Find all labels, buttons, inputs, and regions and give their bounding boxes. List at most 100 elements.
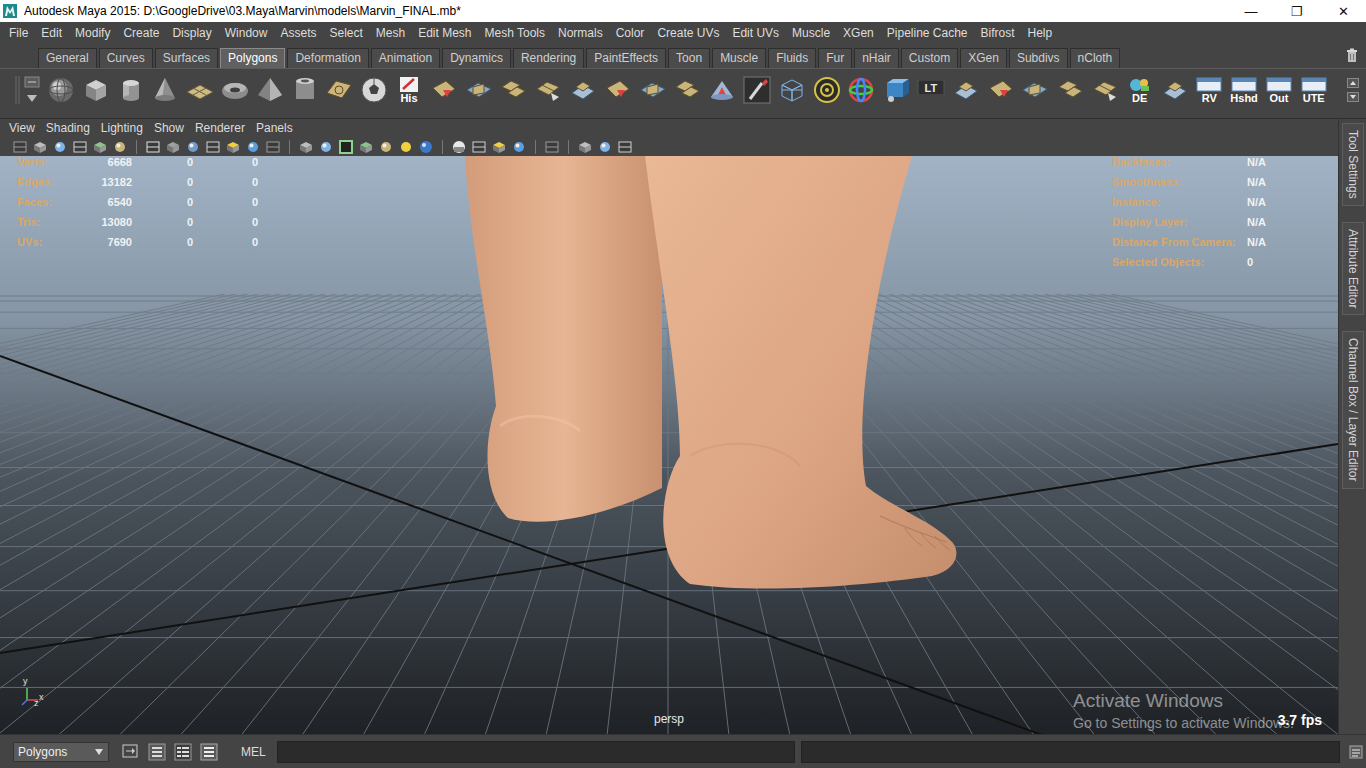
panel-tool-icon[interactable] bbox=[577, 139, 593, 155]
panel-tool-icon[interactable] bbox=[398, 139, 414, 155]
menu-item[interactable]: Help bbox=[1028, 26, 1053, 40]
shelf-tool[interactable] bbox=[812, 74, 842, 106]
menu-item[interactable]: Muscle bbox=[792, 26, 830, 40]
shelf-trash[interactable] bbox=[1338, 44, 1366, 68]
shelf-tool[interactable] bbox=[324, 74, 354, 106]
shelf-button[interactable]: His bbox=[394, 74, 424, 106]
shelf-tool[interactable] bbox=[638, 74, 668, 106]
menu-item[interactable]: Mesh Tools bbox=[485, 26, 545, 40]
panel-menu-item[interactable]: Lighting bbox=[101, 121, 143, 135]
panel-tool-icon[interactable] bbox=[52, 139, 68, 155]
menu-item[interactable]: Edit bbox=[41, 26, 62, 40]
panel-tool-icon[interactable] bbox=[471, 139, 487, 155]
shelf-tab[interactable]: Dynamics bbox=[442, 48, 511, 68]
shelf-tool[interactable] bbox=[220, 74, 250, 106]
panel-tool-icon[interactable] bbox=[318, 139, 334, 155]
panel-tool-icon[interactable] bbox=[245, 139, 261, 155]
minimize-button[interactable]: — bbox=[1228, 4, 1274, 19]
shelf-button[interactable]: RV bbox=[1194, 74, 1224, 106]
shelf-tab[interactable]: Toon bbox=[668, 48, 710, 68]
menu-item[interactable]: Edit Mesh bbox=[418, 26, 471, 40]
panel-tool-icon[interactable] bbox=[205, 139, 221, 155]
panel-menu-item[interactable]: Renderer bbox=[195, 121, 245, 135]
panel-tool-icon[interactable] bbox=[265, 139, 281, 155]
menu-item[interactable]: Edit UVs bbox=[732, 26, 779, 40]
shelf-tab[interactable]: nCloth bbox=[1070, 48, 1121, 68]
shelf-tab[interactable]: Animation bbox=[371, 48, 440, 68]
shelf-menu-icon[interactable] bbox=[24, 76, 40, 88]
shelf-tool[interactable] bbox=[881, 74, 911, 106]
script-editor-icon[interactable] bbox=[199, 742, 219, 762]
side-tab[interactable]: Tool Settings bbox=[1342, 123, 1364, 206]
shelf-tool[interactable] bbox=[1055, 74, 1085, 106]
script-language[interactable]: MEL bbox=[241, 745, 271, 759]
menu-item[interactable]: Select bbox=[329, 26, 362, 40]
panel-tool-icon[interactable] bbox=[418, 139, 434, 155]
shelf-button[interactable]: LT bbox=[916, 74, 946, 106]
shelf-tool[interactable] bbox=[81, 74, 111, 106]
shelf-tab[interactable]: XGen bbox=[960, 48, 1007, 68]
shelf-tab[interactable]: Muscle bbox=[712, 48, 766, 68]
panel-tool-icon[interactable] bbox=[451, 139, 467, 155]
menu-item[interactable]: XGen bbox=[843, 26, 874, 40]
shelf-tool[interactable] bbox=[1090, 74, 1120, 106]
mode-dropdown[interactable]: Polygons bbox=[13, 742, 109, 762]
shelf-tool[interactable] bbox=[1160, 74, 1190, 106]
panel-tool-icon[interactable] bbox=[491, 139, 507, 155]
scroll-up-icon[interactable] bbox=[1347, 78, 1359, 88]
panel-tool-icon[interactable] bbox=[145, 139, 161, 155]
panel-tool-icon[interactable] bbox=[72, 139, 88, 155]
shelf-tool[interactable] bbox=[150, 74, 180, 106]
script-editor-button[interactable] bbox=[1346, 745, 1366, 759]
shelf-tab[interactable]: PaintEffects bbox=[586, 48, 666, 68]
menu-item[interactable]: Create UVs bbox=[657, 26, 719, 40]
shelf-tool[interactable] bbox=[707, 74, 737, 106]
command-input[interactable] bbox=[277, 741, 795, 763]
shelf-tool[interactable] bbox=[429, 74, 459, 106]
shelf-tab[interactable]: Polygons bbox=[220, 48, 285, 68]
side-tab[interactable]: Channel Box / Layer Editor bbox=[1342, 331, 1364, 488]
menu-item[interactable]: Assets bbox=[280, 26, 316, 40]
shelf-tool[interactable] bbox=[533, 74, 563, 106]
menu-item[interactable]: Window bbox=[225, 26, 268, 40]
shelf-tab[interactable]: Subdivs bbox=[1009, 48, 1068, 68]
shelf-tool[interactable] bbox=[46, 74, 76, 106]
scroll-down-icon[interactable] bbox=[1347, 92, 1359, 102]
menu-item[interactable]: Modify bbox=[75, 26, 110, 40]
panel-menu-item[interactable]: Panels bbox=[256, 121, 293, 135]
side-tab[interactable]: Attribute Editor bbox=[1342, 222, 1364, 315]
panel-tool-icon[interactable] bbox=[165, 139, 181, 155]
menu-item[interactable]: File bbox=[9, 26, 28, 40]
panel-tool-icon[interactable] bbox=[112, 139, 128, 155]
shelf-tool[interactable] bbox=[1020, 74, 1050, 106]
panel-tool-icon[interactable] bbox=[12, 139, 28, 155]
shelf-tool[interactable] bbox=[777, 74, 807, 106]
shelf-down-arrow-icon[interactable] bbox=[24, 92, 40, 104]
shelf-button[interactable]: Out bbox=[1264, 74, 1294, 106]
panel-tool-icon[interactable] bbox=[225, 139, 241, 155]
panel-tool-icon[interactable] bbox=[185, 139, 201, 155]
panel-menu-item[interactable]: Shading bbox=[46, 121, 90, 135]
shelf-tool[interactable] bbox=[290, 74, 320, 106]
shelf-tool[interactable] bbox=[986, 74, 1016, 106]
shelf-tab[interactable]: nHair bbox=[854, 48, 899, 68]
shelf-tool[interactable] bbox=[951, 74, 981, 106]
panel-tool-icon[interactable] bbox=[511, 139, 527, 155]
shelf-tab[interactable]: General bbox=[38, 48, 97, 68]
panel-tool-icon[interactable] bbox=[597, 139, 613, 155]
shelf-tab[interactable]: Surfaces bbox=[155, 48, 218, 68]
window-list-icon[interactable] bbox=[147, 742, 167, 762]
menu-item[interactable]: Create bbox=[123, 26, 159, 40]
shelf-tab[interactable]: Custom bbox=[901, 48, 958, 68]
viewport[interactable]: Verts:666800Edges:1318200Faces:654000Tri… bbox=[0, 156, 1338, 734]
shelf-tab[interactable]: Deformation bbox=[287, 48, 368, 68]
shelf-tab[interactable]: Fur bbox=[818, 48, 852, 68]
shelf-tab[interactable]: Rendering bbox=[513, 48, 584, 68]
shelf-tool[interactable] bbox=[603, 74, 633, 106]
tool-list-icon[interactable] bbox=[173, 742, 193, 762]
menu-item[interactable]: Pipeline Cache bbox=[887, 26, 968, 40]
shelf-tab[interactable]: Curves bbox=[99, 48, 153, 68]
menu-item[interactable]: Mesh bbox=[376, 26, 405, 40]
shelf-tool[interactable] bbox=[359, 74, 389, 106]
shelf-button[interactable]: UTE bbox=[1299, 74, 1329, 106]
